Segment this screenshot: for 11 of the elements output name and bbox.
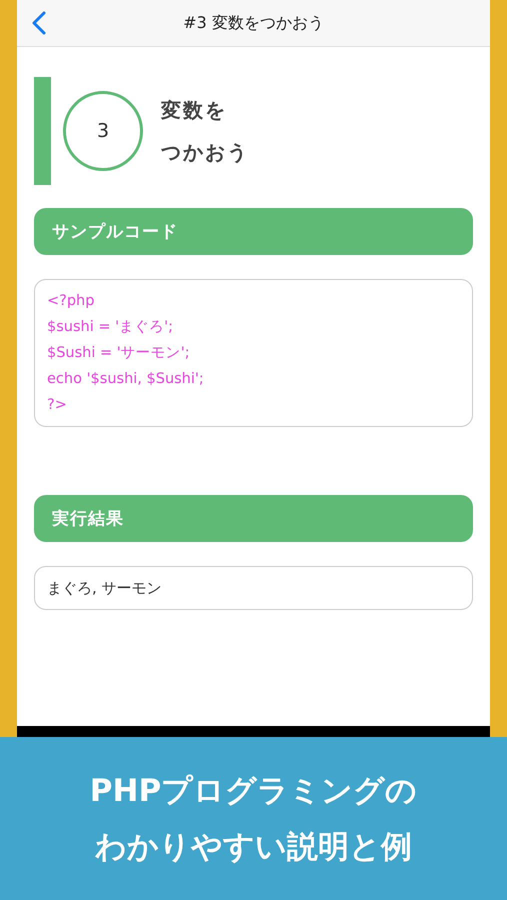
- screen-title: #3 変数をつかおう: [183, 12, 324, 34]
- caption-text: PHPプログラミングの: [90, 772, 418, 810]
- section-header: サンプルコード: [34, 208, 473, 255]
- back-icon[interactable]: [31, 11, 47, 35]
- caption-text: わかりやすい説明と例: [95, 828, 412, 866]
- lesson-title: 変数を: [161, 97, 228, 124]
- lesson-number: 3: [63, 91, 143, 171]
- output-box: まぐろ, サーモン: [34, 566, 473, 610]
- lesson-title: つかおう: [161, 139, 249, 166]
- code-box: <?php $sushi = 'まぐろ'; $Sushi = 'サーモン'; echo '$sushi, $Sushi'; ?>: [34, 279, 473, 427]
- section-header: 実行結果: [34, 495, 473, 542]
